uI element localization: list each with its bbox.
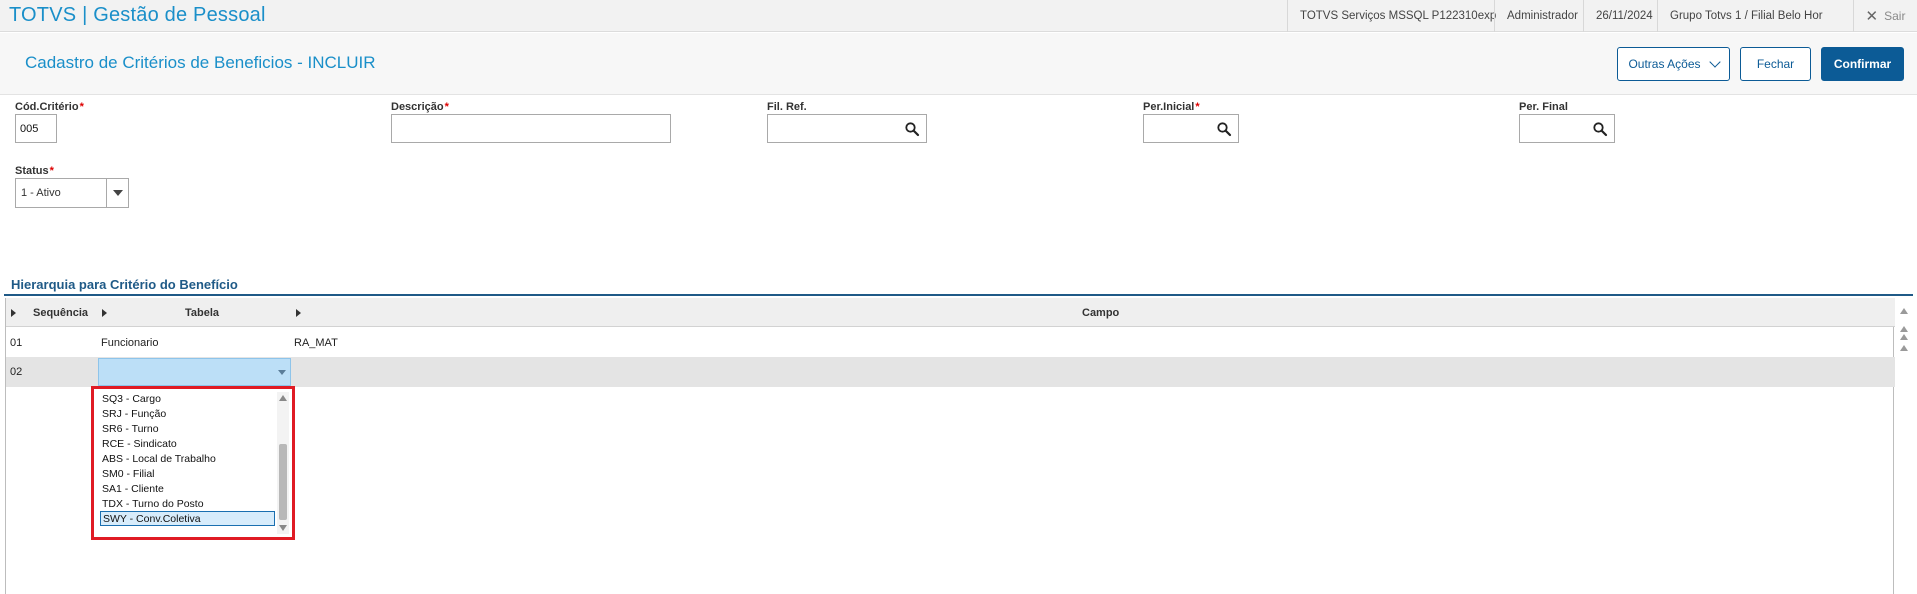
status-select[interactable]: 1 - Ativo (15, 178, 129, 208)
scroll-up-icon[interactable] (1900, 345, 1908, 351)
caret-right-icon (296, 309, 301, 317)
confirm-button[interactable]: Confirmar (1821, 47, 1904, 81)
list-item[interactable]: SM0 - Filial (100, 466, 275, 481)
fil-ref-label: Fil. Ref. (767, 101, 807, 113)
per-final-label: Per. Final (1519, 101, 1568, 113)
status-value: 1 - Ativo (21, 187, 61, 199)
grid-header: Sequência Tabela Campo (6, 298, 1895, 327)
column-header-sequencia[interactable]: Sequência (33, 298, 88, 327)
search-icon[interactable] (1592, 121, 1608, 137)
section-divider (4, 294, 1913, 296)
dropdown-scrollbar[interactable] (277, 392, 289, 534)
list-item[interactable]: RCE - Sindicato (100, 436, 275, 451)
close-icon: ✕ (1865, 8, 1879, 25)
list-item[interactable]: TDX - Turno do Posto (100, 496, 275, 511)
section-title: Hierarquia para Critério do Benefício (11, 277, 238, 292)
cell-sequencia: 02 (10, 366, 23, 378)
close-button[interactable]: Fechar (1740, 47, 1811, 81)
per-inicial-field[interactable] (1143, 114, 1239, 143)
list-item[interactable]: SA1 - Cliente (100, 481, 275, 496)
app-title: TOTVS | Gestão de Pessoal (9, 4, 266, 26)
status-dropdown-toggle[interactable] (106, 179, 128, 207)
scroll-up-icon[interactable] (1900, 334, 1908, 340)
date-info: 26/11/2024 (1583, 0, 1665, 32)
per-inicial-label: Per.Inicial* (1143, 101, 1200, 113)
per-final-field[interactable] (1519, 114, 1615, 143)
scrollbar-thumb[interactable] (279, 444, 287, 520)
page-title: Cadastro de Critérios de Beneficios - IN… (25, 53, 376, 72)
descricao-label: Descrição* (391, 101, 449, 113)
list-item[interactable]: SRJ - Função (100, 406, 275, 421)
cell-campo: RA_MAT (294, 337, 338, 349)
fil-ref-field[interactable] (767, 114, 927, 143)
other-actions-button[interactable]: Outras Ações (1617, 47, 1730, 81)
list-item[interactable]: SR6 - Turno (100, 421, 275, 436)
search-icon[interactable] (904, 121, 920, 137)
page-header: Cadastro de Critérios de Beneficios - IN… (0, 33, 1917, 95)
scroll-up-icon[interactable] (1900, 308, 1908, 314)
cell-sequencia: 01 (10, 337, 23, 349)
list-item[interactable]: SQ3 - Cargo (100, 391, 275, 406)
top-bar: TOTVS | Gestão de Pessoal TOTVS Serviços… (0, 0, 1917, 32)
grid-scrollbar[interactable] (1896, 300, 1913, 360)
user-info: Administrador (1494, 0, 1590, 32)
caret-down-icon (278, 369, 286, 375)
scroll-up-icon[interactable] (1900, 326, 1908, 332)
cod-criterio-field[interactable]: 005 (15, 114, 57, 143)
dropdown-list-inner: SQ3 - Cargo SRJ - Função SR6 - Turno RCE… (97, 392, 289, 534)
branch-info: Grupo Totvs 1 / Filial Belo Hor (1657, 0, 1835, 32)
table-row[interactable]: 01 Funcionario RA_MAT (6, 328, 1895, 358)
status-label: Status* (15, 165, 54, 177)
cod-criterio-label: Cód.Critério* (15, 101, 84, 113)
tabela-dropdown-toggle[interactable] (274, 359, 290, 385)
table-row[interactable]: 02 (6, 357, 1895, 387)
descricao-field[interactable] (391, 114, 671, 143)
cell-tabela: Funcionario (101, 337, 159, 349)
environment-info: TOTVS Serviços MSSQL P122310exp (1287, 0, 1508, 32)
scroll-down-icon[interactable] (279, 525, 287, 531)
scroll-up-icon[interactable] (279, 395, 287, 401)
caret-right-icon (102, 309, 107, 317)
list-item-selected[interactable]: SWY - Conv.Coletiva (100, 511, 275, 526)
caret-down-icon (112, 190, 123, 196)
search-icon[interactable] (1216, 121, 1232, 137)
column-header-campo[interactable]: Campo (1082, 298, 1119, 327)
exit-label: Sair (1884, 9, 1906, 23)
tabela-combo-editor[interactable] (98, 358, 291, 386)
list-item[interactable]: ABS - Local de Trabalho (100, 451, 275, 466)
column-header-tabela[interactable]: Tabela (185, 298, 219, 327)
caret-right-icon (11, 309, 16, 317)
other-actions-label: Outras Ações (1628, 57, 1701, 71)
chevron-down-icon (1708, 56, 1721, 68)
tabela-dropdown-list: SQ3 - Cargo SRJ - Função SR6 - Turno RCE… (91, 386, 295, 540)
exit-button[interactable]: ✕ Sair (1853, 0, 1917, 32)
